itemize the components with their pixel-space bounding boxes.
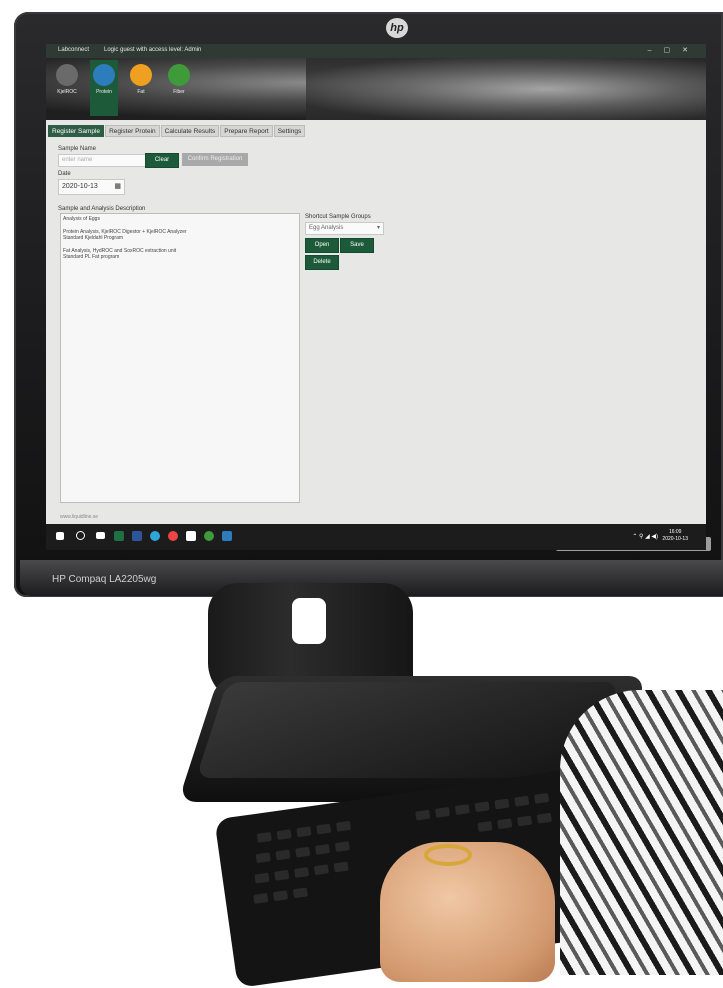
clear-button[interactable]: Clear	[145, 153, 179, 168]
tab-settings[interactable]: Settings	[273, 125, 306, 137]
fat-icon	[130, 64, 152, 86]
app-icon-kjelroc[interactable]: KjelROC	[54, 64, 80, 110]
gold-ring	[424, 844, 472, 866]
app-banner: KjelROC Protein Fat Fiber	[46, 58, 706, 120]
app-icon-label: Fat	[137, 89, 145, 95]
person-hand	[380, 842, 555, 982]
taskbar: ⌃ ⚲ ◢ ◀) 16:09 2020-10-13	[46, 524, 706, 550]
excel-icon[interactable]	[114, 531, 124, 541]
app-window-icon[interactable]	[222, 531, 232, 541]
save-button[interactable]: Save	[340, 238, 374, 253]
tab-register-protein[interactable]: Register Protein	[105, 125, 160, 137]
description-textarea[interactable]: Analysis of Eggs Protein Analysis, KjelR…	[60, 213, 300, 503]
file-explorer-icon[interactable]	[186, 531, 196, 541]
app-icon-label: Fiber	[173, 89, 185, 95]
clock-time: 16:09	[668, 529, 682, 535]
description-line: Standard PL Fat program	[63, 254, 120, 260]
app-icon-label: Protein	[96, 89, 112, 95]
tab-prepare-report[interactable]: Prepare Report	[220, 125, 273, 137]
date-label: Date	[58, 171, 71, 177]
app-icon-label: KjelROC	[57, 89, 77, 95]
tab-bar: Register Sample Register Protein Calcula…	[48, 125, 306, 137]
shortcut-groups-select[interactable]: Egg Analysis ▾	[305, 222, 384, 235]
shortcut-selected-value: Egg Analysis	[309, 225, 344, 231]
chrome-icon[interactable]	[168, 531, 178, 541]
window-controls[interactable]: –▢✕	[648, 46, 700, 54]
open-button[interactable]: Open	[305, 238, 339, 253]
screen: Labconnect Logic guest with access level…	[46, 44, 706, 550]
sample-name-label: Sample Name	[58, 146, 97, 152]
chevron-down-icon: ▾	[376, 225, 380, 231]
confirm-registration-button[interactable]: Confirm Registration	[182, 153, 248, 166]
login-status: Logic guest with access level: Admin	[104, 47, 202, 53]
clock-date: 2020-10-13	[662, 536, 688, 542]
footer-url: www.liquidline.se	[60, 514, 99, 520]
tab-calculate-results[interactable]: Calculate Results	[160, 125, 220, 137]
delete-button[interactable]: Delete	[305, 255, 339, 270]
windows-start-icon[interactable]	[56, 532, 64, 540]
monitor-stand-base-top	[196, 682, 620, 778]
task-view-icon[interactable]	[96, 532, 105, 539]
date-value: 2020-10-13	[62, 183, 98, 190]
title-bar: Labconnect Logic guest with access level…	[46, 44, 706, 58]
app-icon-fiber[interactable]: Fiber	[166, 64, 192, 110]
person-sleeve	[560, 690, 723, 975]
monitor-model-label: HP Compaq LA2205wg	[52, 574, 157, 585]
taskbar-clock[interactable]: 16:09 2020-10-13	[662, 529, 688, 543]
app-icon-fat[interactable]: Fat	[128, 64, 154, 110]
shortcut-groups-label: Shortcut Sample Groups	[305, 214, 371, 220]
labconnect-icon[interactable]	[204, 531, 214, 541]
description-label: Sample and Analysis Description	[58, 206, 146, 212]
app-icon-protein[interactable]: Protein	[90, 60, 118, 116]
date-input[interactable]: 2020-10-13 ▦	[58, 179, 125, 195]
word-icon[interactable]	[132, 531, 142, 541]
calendar-icon[interactable]: ▦	[114, 180, 121, 194]
kjelroc-icon	[56, 64, 78, 86]
hp-logo: hp	[386, 18, 408, 38]
protein-icon	[93, 64, 115, 86]
app-title: Labconnect	[58, 47, 90, 53]
search-icon[interactable]	[76, 531, 85, 540]
system-tray[interactable]: ⌃ ⚲ ◢ ◀)	[632, 533, 658, 540]
stand-cable-hole	[292, 598, 326, 644]
sample-name-input[interactable]: enter name	[58, 154, 147, 167]
edge-icon[interactable]	[150, 531, 160, 541]
tab-register-sample[interactable]: Register Sample	[48, 125, 105, 137]
fiber-icon	[168, 64, 190, 86]
